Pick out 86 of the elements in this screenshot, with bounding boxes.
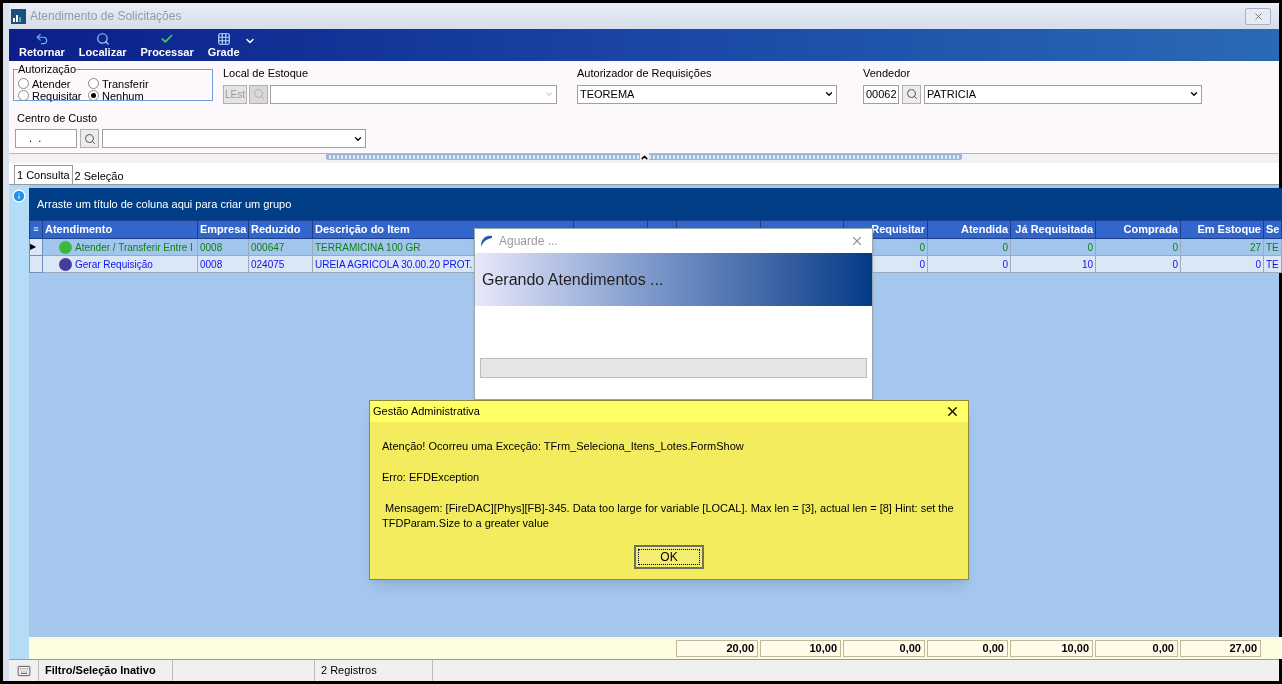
search-button[interactable]: [249, 84, 268, 104]
error-message: Atenção! Ocorreu uma Exceção: TFrm_Seleciona_Itens_Lotes.FormShow: [382, 439, 745, 454]
table-cell: Gerar Requisição: [75, 258, 153, 270]
input-field[interactable]: . .: [15, 129, 77, 148]
dialog-heading: Gerando Atendimentos ...: [482, 269, 664, 290]
check-icon: [160, 32, 175, 46]
total-cell: 0,00: [1095, 639, 1178, 657]
field-label: Centro de Custo: [17, 110, 99, 126]
group-hint: Arraste um título de coluna aqui para criar um grupo: [37, 196, 292, 212]
column-header[interactable]: Empresa: [197, 220, 249, 239]
tab[interactable]: 2 Seleção: [72, 168, 126, 184]
table-cell: 0: [919, 241, 925, 253]
column-header[interactable]: Já Requisitada: [1010, 220, 1096, 239]
grid-icon: [216, 32, 231, 46]
window-title: Atendimento de Solicitações: [30, 8, 182, 25]
total-cell: 27,00: [1180, 639, 1261, 657]
close-icon[interactable]: [945, 404, 960, 419]
ok-button[interactable]: OK: [634, 545, 704, 569]
logo-icon: [479, 234, 493, 248]
toolbar-button[interactable]: Localizar: [78, 32, 127, 59]
radio-option[interactable]: Atender: [18, 77, 88, 90]
table-cell: 0: [1002, 258, 1008, 270]
table-cell: 0: [1172, 241, 1178, 253]
toolbar-button[interactable]: Retornar: [19, 32, 65, 59]
toolbar-button[interactable]: Processar: [140, 32, 194, 59]
app-icon: [11, 8, 26, 24]
table-cell: Atender / Transferir Entre I: [75, 241, 193, 253]
radio-option[interactable]: Transferir: [88, 77, 208, 90]
close-icon: [1252, 10, 1264, 22]
radio-circle[interactable]: [88, 90, 99, 101]
undo-icon: [34, 32, 49, 46]
table-cell: 000647: [251, 241, 285, 253]
splitter-handle[interactable]: [326, 154, 962, 160]
search-icon: [905, 88, 918, 100]
table-cell: 0: [1002, 241, 1008, 253]
table-cell: TE: [1266, 241, 1279, 253]
table-cell: 10: [1081, 258, 1093, 270]
column-header[interactable]: Se: [1263, 220, 1282, 239]
table-cell: 27: [1249, 241, 1261, 253]
dropdown-field[interactable]: PATRICIA: [924, 84, 1202, 104]
total-cell: 0,00: [843, 639, 925, 657]
error-message: Mensagem: [FireDAC][Phys][FB]-345. Data too large for variable [LOCAL]. Max len = [3], actual len = [8] Hint: set the TFDParam.Size to a greater value: [382, 501, 955, 531]
group-title: Autorização: [18, 62, 77, 77]
search-button[interactable]: [902, 84, 921, 104]
table-cell: 0: [1087, 241, 1093, 253]
tab[interactable]: 1 Consulta: [14, 165, 73, 184]
table-cell: TE: [1266, 258, 1279, 270]
column-options-button[interactable]: ≡: [29, 220, 43, 239]
status-text: 2 Registros: [315, 660, 433, 681]
search-icon: [95, 32, 110, 46]
table-cell: 0008: [200, 241, 223, 253]
field-label: Vendedor: [863, 66, 912, 81]
info-icon: [12, 189, 26, 203]
field-label: Autorizador de Requisições: [577, 66, 713, 81]
field-label: Local de Estoque: [223, 66, 309, 81]
column-header[interactable]: Reduzido: [248, 220, 313, 239]
column-header[interactable]: Atendida: [927, 220, 1011, 239]
search-button[interactable]: [80, 129, 99, 148]
total-cell: 10,00: [760, 639, 841, 657]
dropdown-field[interactable]: [102, 129, 366, 148]
search-icon: [83, 132, 96, 145]
table-cell: 0: [919, 258, 925, 270]
dropdown-field[interactable]: [270, 84, 557, 104]
keyboard-icon: [16, 663, 31, 678]
close-button[interactable]: [1245, 7, 1271, 25]
column-header[interactable]: Comprada: [1095, 220, 1181, 239]
column-header[interactable]: Atendimento: [42, 220, 198, 239]
error-message: Erro: EFDException: [382, 470, 481, 485]
dropdown-field[interactable]: TEOREMA: [577, 84, 837, 104]
column-header[interactable]: Em Estoque: [1180, 220, 1264, 239]
total-cell: 20,00: [676, 639, 758, 657]
toolbar-button[interactable]: Grade: [207, 32, 240, 59]
table-cell: 0: [1172, 258, 1178, 270]
radio-option[interactable]: Requisitar: [18, 89, 88, 102]
total-cell: 10,00: [1010, 639, 1093, 657]
status-text: Filtro/Seleção Inativo: [39, 660, 173, 681]
dialog-title: Gestão Administrativa: [373, 404, 480, 420]
search-icon: [252, 88, 265, 100]
total-cell: 0,00: [927, 639, 1008, 657]
table-cell: TERRAMICINA 100 GR: [315, 241, 421, 253]
input-field[interactable]: 00062: [863, 84, 899, 104]
radio-option[interactable]: Nenhum: [88, 89, 208, 102]
table-cell: 024075: [251, 258, 285, 270]
table-cell: 0: [1255, 258, 1261, 270]
table-cell: UREIA AGRICOLA 30.00.20 PROT.: [315, 258, 473, 270]
table-cell: 0008: [200, 258, 223, 270]
